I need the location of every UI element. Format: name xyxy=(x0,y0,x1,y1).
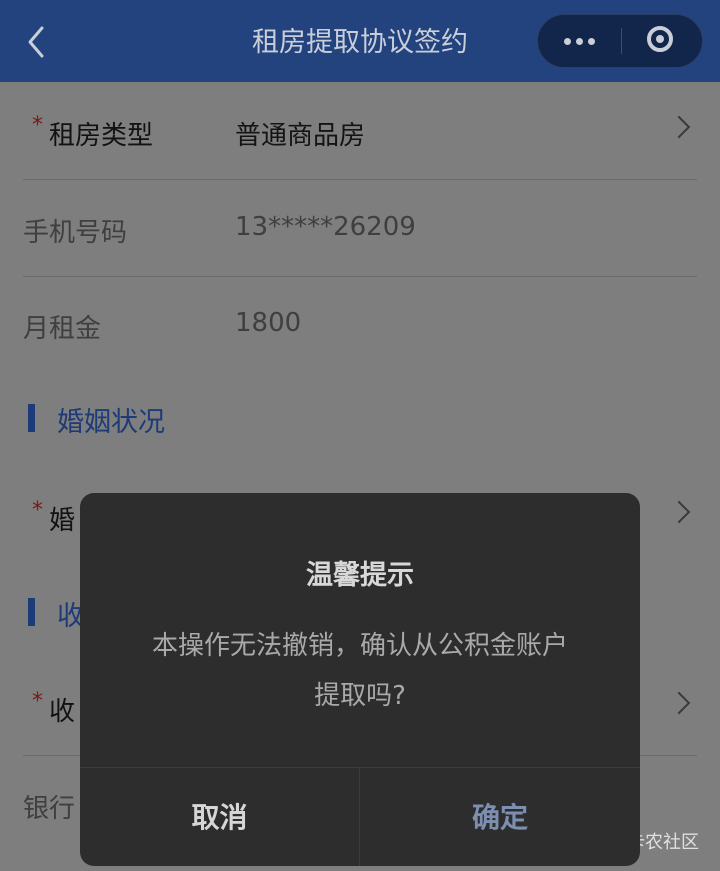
mini-program-capsule xyxy=(537,14,703,68)
phone-value: 13*****26209 xyxy=(235,212,416,242)
phone-row: 手机号码 13*****26209 xyxy=(23,180,697,277)
marriage-section-title: 婚姻状况 xyxy=(57,407,165,438)
rent-type-label: 租房类型 xyxy=(49,121,154,151)
nav-header: 租房提取协议签约 xyxy=(0,0,720,82)
confirm-dialog: 温馨提示 本操作无法撤销，确认从公积金账户 提取吗? 取消 确定 xyxy=(80,493,640,866)
dialog-message: 本操作无法撤销，确认从公积金账户 提取吗? xyxy=(120,621,600,721)
monthly-rent-value: 1800 xyxy=(235,308,302,338)
monthly-rent-label: 月租金 xyxy=(23,314,102,344)
rent-type-row[interactable]: * 租房类型 普通商品房 xyxy=(23,83,697,180)
chevron-right-icon xyxy=(667,115,691,139)
more-dots-icon[interactable] xyxy=(538,15,621,67)
dialog-actions: 取消 确定 xyxy=(80,767,640,866)
dialog-message-line-1: 本操作无法撤销，确认从公积金账户 xyxy=(151,631,568,661)
cancel-button[interactable]: 取消 xyxy=(80,768,360,866)
confirm-button[interactable]: 确定 xyxy=(360,768,640,866)
dialog-title: 温馨提示 xyxy=(306,560,414,591)
monthly-rent-row: 月租金 1800 xyxy=(23,276,697,372)
dialog-message-line-2: 提取吗? xyxy=(314,681,406,711)
required-mark: * xyxy=(32,113,43,138)
chevron-right-icon xyxy=(667,500,691,524)
section-marker xyxy=(28,598,35,626)
target-circle-icon[interactable] xyxy=(622,15,704,67)
phone-label: 手机号码 xyxy=(23,218,128,248)
rent-type-value: 普通商品房 xyxy=(235,121,366,151)
receive-label: 收 xyxy=(49,697,76,727)
required-mark: * xyxy=(32,689,43,714)
section-marker xyxy=(28,404,35,432)
chevron-right-icon xyxy=(667,691,691,715)
marriage-label: 婚 xyxy=(49,506,76,536)
chevron-left-icon[interactable] xyxy=(18,22,58,62)
required-mark: * xyxy=(32,498,43,523)
bank-label: 银行 xyxy=(23,794,76,824)
